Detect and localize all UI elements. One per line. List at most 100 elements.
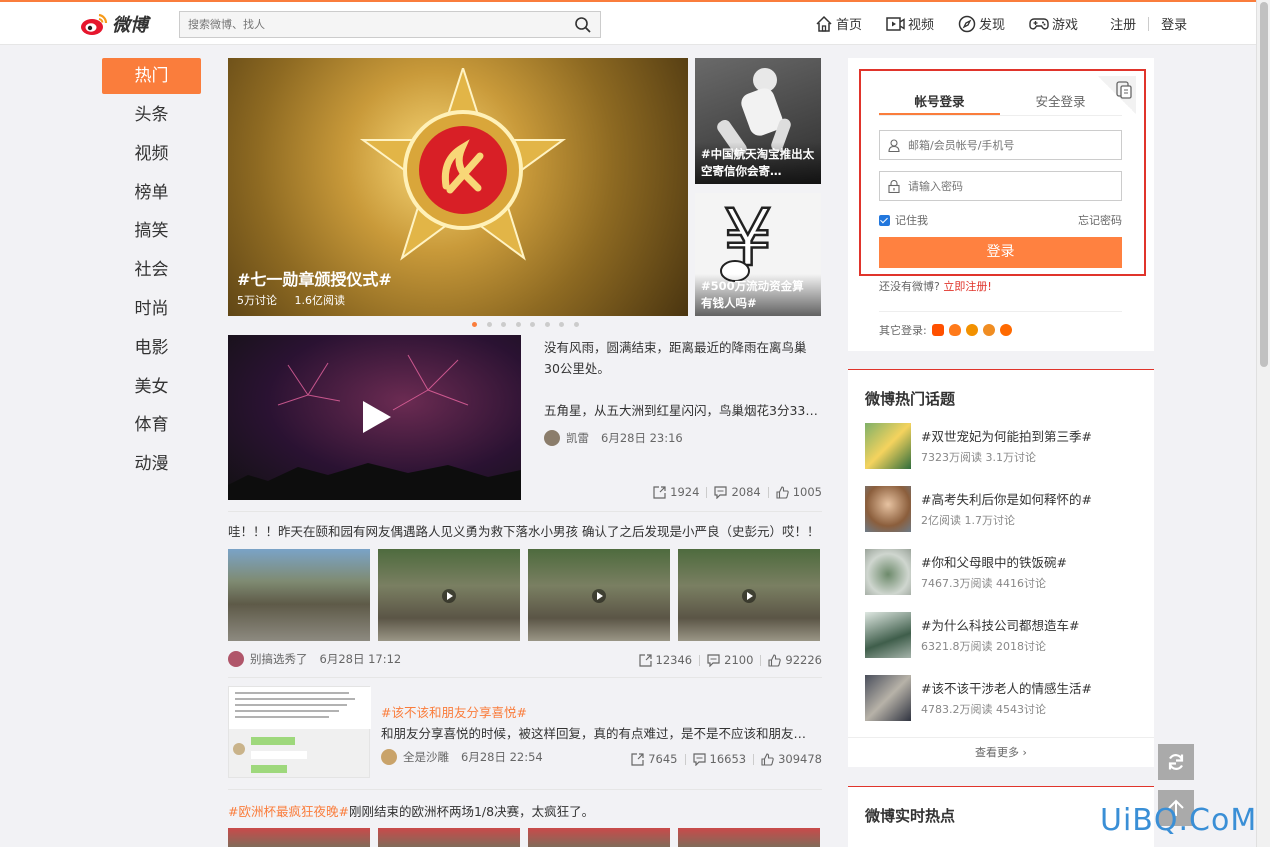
post-text[interactable]: #欧洲杯最疯狂夜晚#刚刚结束的欧洲杯两场1/8决赛，太疯狂了。 bbox=[228, 801, 594, 820]
topic-name[interactable]: #你和父母眼中的铁饭碗# bbox=[921, 552, 1067, 571]
post-image[interactable] bbox=[378, 828, 520, 847]
scrollbar-thumb[interactable] bbox=[1260, 2, 1268, 367]
share-stat[interactable]: 12346 bbox=[638, 653, 692, 667]
topic-thumbnail[interactable] bbox=[865, 612, 911, 658]
leftnav-item-sports[interactable]: 体育 bbox=[102, 406, 201, 445]
post-image[interactable] bbox=[678, 828, 820, 847]
avatar[interactable] bbox=[544, 430, 560, 446]
video-post-text[interactable]: 没有风雨，圆满结束，距离最近的降雨在离鸟巢30公里处。 bbox=[544, 337, 814, 379]
post-image[interactable] bbox=[528, 828, 670, 847]
topic-name[interactable]: #高考失利后你是如何释怀的# bbox=[921, 489, 1092, 508]
weibo-logo[interactable]: 微博 bbox=[80, 10, 148, 38]
post-image[interactable] bbox=[228, 549, 370, 641]
comment-stat[interactable]: 2100 bbox=[707, 653, 753, 667]
topic-item[interactable]: #该不该干涉老人的情感生活# 4783.2万阅读 4543讨论 bbox=[865, 675, 1145, 722]
topic-name[interactable]: #双世宠妃为何能拍到第三季# bbox=[921, 426, 1092, 445]
topic-thumbnail[interactable] bbox=[865, 675, 911, 721]
leftnav-item-beauty[interactable]: 美女 bbox=[102, 368, 201, 407]
carousel-dot[interactable] bbox=[515, 322, 521, 327]
nav-video[interactable]: 视频 bbox=[886, 14, 934, 33]
video-post-subtext[interactable]: 五角星，从五大洲到红星闪闪，鸟巢烟花3分33… bbox=[544, 400, 822, 419]
leftnav-item-anime[interactable]: 动漫 bbox=[102, 445, 201, 484]
chat-lines-image bbox=[229, 687, 371, 773]
register-link[interactable]: 注册 bbox=[1110, 14, 1136, 33]
post-text[interactable]: 哇！！！昨天在颐和园有网友偶遇路人见义勇为救下落水小男孩 确认了之后发现是小严良… bbox=[228, 521, 822, 540]
register-now-link[interactable]: 立即注册! bbox=[943, 280, 991, 293]
topic-name[interactable]: #为什么科技公司都想造车# bbox=[921, 615, 1079, 634]
share-stat[interactable]: 7645 bbox=[631, 752, 678, 766]
scrollbar[interactable] bbox=[1256, 0, 1270, 847]
topic-thumbnail[interactable] bbox=[865, 423, 911, 469]
like-stat[interactable]: 309478 bbox=[761, 752, 822, 766]
gamepad-icon bbox=[1029, 18, 1049, 30]
tianyi-icon[interactable] bbox=[999, 324, 1012, 336]
360-icon[interactable] bbox=[982, 324, 995, 336]
topic-thumbnail[interactable] bbox=[865, 549, 911, 595]
topic-item[interactable]: #为什么科技公司都想造车# 6321.8万阅读 2018讨论 bbox=[865, 612, 1145, 659]
side-card-caption: #中国航天淘宝推出太空寄信你会寄… bbox=[695, 142, 821, 184]
top-nav: 首页 视频 发现 游戏 注册 登录 bbox=[815, 14, 1187, 33]
qq-icon[interactable] bbox=[948, 324, 961, 336]
topic-item[interactable]: #高考失利后你是如何释怀的# 2亿阅读 1.7万讨论 bbox=[865, 486, 1145, 533]
carousel-dot[interactable] bbox=[544, 322, 550, 327]
stat-divider bbox=[760, 654, 762, 666]
carousel-dot[interactable] bbox=[501, 322, 506, 327]
author-name[interactable]: 别搞选秀了 bbox=[250, 651, 308, 667]
share-stat[interactable]: 1924 bbox=[653, 485, 699, 499]
leftnav-item-rankings[interactable]: 榜单 bbox=[102, 174, 201, 213]
search-icon[interactable] bbox=[574, 16, 592, 34]
topic-thumbnail[interactable] bbox=[865, 486, 911, 532]
post-image[interactable] bbox=[228, 828, 370, 847]
carousel-dot[interactable] bbox=[573, 322, 579, 327]
carousel-dot[interactable] bbox=[472, 322, 477, 327]
leftnav-item-society[interactable]: 社会 bbox=[102, 251, 201, 290]
post-video-thumb[interactable] bbox=[528, 549, 670, 641]
play-icon bbox=[742, 589, 756, 603]
search-input[interactable] bbox=[180, 12, 550, 37]
login-link[interactable]: 登录 bbox=[1161, 14, 1187, 33]
topic-name[interactable]: #该不该干涉老人的情感生活# bbox=[921, 678, 1092, 697]
topic-tag[interactable]: #该不该和朋友分享喜悦# bbox=[381, 702, 527, 721]
nav-games[interactable]: 游戏 bbox=[1029, 14, 1078, 33]
post-stats: 12346 2100 92226 bbox=[638, 653, 822, 667]
topic-item[interactable]: #双世宠妃为何能拍到第三季# 7323万阅读 3.1万讨论 bbox=[865, 423, 1145, 470]
comment-icon bbox=[714, 485, 728, 499]
author-name[interactable]: 全是沙雕 bbox=[403, 749, 449, 765]
post-time: 6月28日 23:16 bbox=[601, 431, 683, 445]
video-thumbnail[interactable] bbox=[228, 335, 521, 500]
topic-tag[interactable]: #欧洲杯最疯狂夜晚# bbox=[228, 804, 349, 819]
leftnav-item-funny[interactable]: 搞笑 bbox=[102, 212, 201, 251]
side-card-wealth[interactable]: ¥ #500万流动资金算有钱人吗# bbox=[695, 193, 821, 316]
hero-banner[interactable]: #七一勋章颁授仪式# 5万讨论 1.6亿阅读 bbox=[228, 58, 688, 316]
leftnav-item-fashion[interactable]: 时尚 bbox=[102, 290, 201, 329]
like-stat[interactable]: 1005 bbox=[776, 485, 822, 499]
nav-home[interactable]: 首页 bbox=[815, 14, 862, 33]
chat-screenshot-image[interactable] bbox=[228, 686, 371, 778]
like-stat[interactable]: 92226 bbox=[768, 653, 822, 667]
comment-stat[interactable]: 2084 bbox=[714, 485, 761, 499]
side-card-space-mail[interactable]: #中国航天淘宝推出太空寄信你会寄… bbox=[695, 58, 821, 184]
leftnav-item-movies[interactable]: 电影 bbox=[102, 329, 201, 368]
post-video-thumb[interactable] bbox=[678, 549, 820, 641]
play-icon[interactable] bbox=[355, 397, 395, 437]
carousel-dot[interactable] bbox=[530, 322, 535, 327]
view-more-link[interactable]: 查看更多 › bbox=[848, 737, 1154, 767]
post-text[interactable]: 和朋友分享喜悦的时候，被这样回复，真的有点难过，是不是不应该和朋友… bbox=[381, 723, 822, 742]
carousel-dot[interactable] bbox=[486, 322, 492, 327]
taobao-icon[interactable] bbox=[931, 324, 944, 336]
leftnav-item-headlines[interactable]: 头条 bbox=[102, 96, 201, 135]
leftnav-item-hot[interactable]: 热门 bbox=[102, 58, 201, 94]
avatar[interactable] bbox=[381, 749, 397, 765]
refresh-button[interactable] bbox=[1158, 744, 1194, 780]
leftnav-item-video[interactable]: 视频 bbox=[102, 135, 201, 174]
avatar[interactable] bbox=[228, 651, 244, 667]
like-count: 92226 bbox=[785, 653, 822, 667]
comment-stat[interactable]: 16653 bbox=[692, 752, 746, 766]
author-name[interactable]: 凯雷 bbox=[566, 430, 589, 446]
weibo-share-icon[interactable] bbox=[965, 324, 978, 336]
topic-item[interactable]: #你和父母眼中的铁饭碗# 7467.3万阅读 4416讨论 bbox=[865, 549, 1145, 596]
carousel-dot[interactable] bbox=[559, 322, 564, 327]
hot-topics-title: 微博热门话题 bbox=[865, 390, 956, 408]
nav-discover[interactable]: 发现 bbox=[958, 14, 1005, 33]
post-video-thumb[interactable] bbox=[378, 549, 520, 641]
